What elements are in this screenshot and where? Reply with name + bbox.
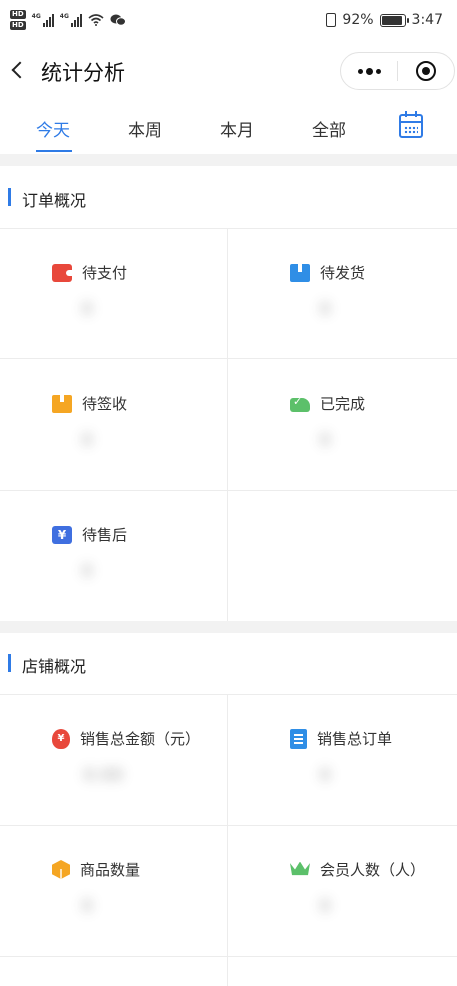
- stat-cell-after-sales[interactable]: ¥ 待售后 0: [0, 491, 228, 622]
- period-tabs: 今天 本周 本月 全部: [0, 104, 457, 154]
- stat-cell-total-sales[interactable]: ¥ 销售总金额（元） 0.00: [0, 695, 228, 826]
- section-gap: [0, 621, 457, 633]
- wifi-icon: [88, 14, 104, 26]
- crown-icon: [290, 861, 310, 876]
- money-bag-icon: ¥: [52, 728, 70, 749]
- shop-section-title: 店铺概况: [22, 657, 87, 676]
- active-tab-indicator: [36, 150, 72, 152]
- stat-cell-pending-shipment[interactable]: 待发货 0: [228, 229, 456, 360]
- hd-badge: HD: [10, 21, 26, 30]
- stat-cell-total-orders[interactable]: 销售总订单 0: [228, 695, 456, 826]
- date-picker-button[interactable]: [399, 111, 423, 138]
- signal-icon: 4G: [60, 13, 82, 27]
- more-button[interactable]: [341, 53, 397, 89]
- delivery-truck-icon: [290, 395, 310, 412]
- nav-bar: 统计分析: [0, 40, 457, 100]
- stat-value: 0: [82, 896, 94, 915]
- wechat-icon: [110, 14, 126, 26]
- section-gap: [0, 154, 457, 166]
- stat-label: 销售总订单: [317, 730, 393, 748]
- stat-cell-pending-receipt[interactable]: 待签收 0: [0, 360, 228, 491]
- network-type: 4G: [31, 13, 41, 20]
- stat-label: 待售后: [82, 526, 128, 544]
- stat-value: 0: [320, 430, 332, 449]
- stat-label: 销售总金额（元）: [80, 730, 201, 748]
- stat-value: 0.00: [84, 765, 124, 784]
- stat-value: 0: [82, 299, 94, 318]
- order-section-title: 订单概况: [22, 191, 87, 210]
- stat-label: 已完成: [320, 395, 366, 413]
- section-accent-bar: [8, 654, 11, 672]
- wallet-icon: [52, 263, 72, 282]
- stat-cell-completed[interactable]: 已完成 0: [228, 360, 456, 491]
- stat-label: 商品数量: [80, 861, 141, 879]
- section-accent-bar: [8, 188, 11, 206]
- stat-cell-product-count[interactable]: 商品数量 0: [0, 826, 228, 957]
- stat-cell-member-count[interactable]: 会员人数（人） 0: [228, 826, 456, 957]
- tab-this-week[interactable]: 本周: [128, 116, 162, 141]
- cube-icon: [52, 860, 70, 879]
- tab-all[interactable]: 全部: [312, 116, 346, 141]
- close-miniprogram-button[interactable]: [398, 53, 454, 89]
- stat-label: 待支付: [82, 264, 128, 282]
- stat-label: 待签收: [82, 395, 128, 413]
- shop-section-header: 店铺概况: [0, 634, 457, 694]
- package-icon: [290, 263, 310, 282]
- stat-value: 0: [82, 561, 94, 580]
- target-icon: [416, 61, 436, 81]
- battery-fill: [381, 15, 402, 25]
- document-icon: [290, 728, 307, 749]
- stat-value: 0: [320, 299, 332, 318]
- stat-label: 待发货: [320, 264, 366, 282]
- box-icon: [52, 394, 72, 413]
- calendar-icon: [399, 111, 423, 138]
- vibrate-icon: [326, 13, 337, 27]
- more-dots-icon: [375, 68, 381, 74]
- stat-cell-pending-payment[interactable]: 待支付 0: [0, 229, 228, 360]
- stat-label: 会员人数（人）: [320, 861, 426, 879]
- hd-badge: HD: [10, 10, 26, 19]
- stat-value: 0: [320, 765, 332, 784]
- tab-this-month[interactable]: 本月: [220, 116, 254, 141]
- page-title: 统计分析: [41, 61, 125, 85]
- hd-indicators: HD HD: [10, 10, 26, 30]
- stat-value: 0: [320, 896, 332, 915]
- status-right: 92% 3:47: [326, 12, 443, 28]
- stat-value: 0: [82, 430, 94, 449]
- status-left: HD HD 4G 4G: [10, 10, 126, 30]
- signal-icon: 4G: [32, 13, 54, 27]
- status-bar: HD HD 4G 4G 92% 3:47: [0, 0, 457, 40]
- order-section-header: 订单概况: [0, 168, 457, 228]
- back-arrow-icon[interactable]: [6, 54, 34, 86]
- battery-icon: [379, 13, 409, 27]
- more-dots-icon: [365, 67, 373, 75]
- tab-today[interactable]: 今天: [36, 116, 70, 141]
- miniprogram-capsule: [340, 52, 455, 90]
- clock: 3:47: [411, 12, 443, 28]
- battery-percent: 92%: [342, 12, 374, 28]
- more-dots-icon: [357, 68, 363, 74]
- network-type: 4G: [59, 13, 69, 20]
- yen-card-icon: ¥: [52, 525, 72, 544]
